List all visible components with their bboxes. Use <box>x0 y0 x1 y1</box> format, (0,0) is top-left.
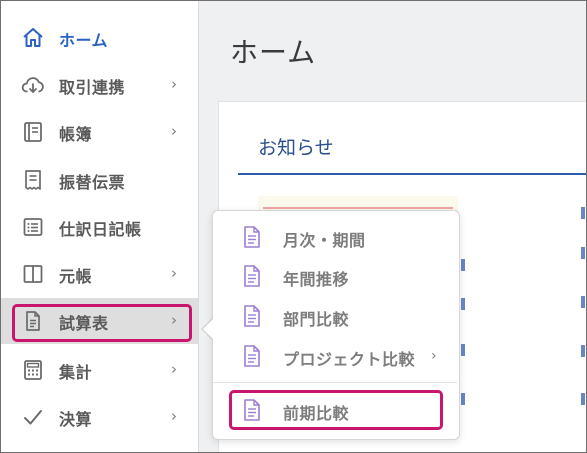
chevron-right-icon: › <box>171 311 177 329</box>
sidebar: ホーム 取引連携 › 帳簿 › 振替伝票 仕訳日記帳 元帳 › 試算表 › 集計… <box>1 1 199 452</box>
receipt-icon <box>25 170 41 190</box>
ledger-icon <box>23 265 43 283</box>
notice-title: お知らせ <box>258 137 334 159</box>
sidebar-item-journal[interactable]: 仕訳日記帳 <box>1 204 198 250</box>
sidebar-item-trial-balance[interactable]: 試算表 › <box>1 298 198 344</box>
sidebar-item-label: 集計 <box>59 363 93 382</box>
submenu-item-label: 部門比較 <box>283 310 350 329</box>
sidebar-item-transaction-sync[interactable]: 取引連携 › <box>1 62 198 108</box>
notice-item-marker <box>581 207 585 219</box>
submenu-item-annual-trend[interactable]: 年間推移 <box>213 257 457 295</box>
chevron-right-icon: › <box>171 122 177 140</box>
chevron-right-icon: › <box>431 348 437 364</box>
check-icon <box>24 410 42 425</box>
sidebar-item-label: ホーム <box>59 31 109 50</box>
sidebar-item-summary[interactable]: 集計 › <box>1 347 198 393</box>
notice-item-marker <box>461 344 465 356</box>
sidebar-item-label: 取引連携 <box>59 78 126 97</box>
notice-item-marker <box>461 259 465 271</box>
submenu-item-department-comparison[interactable]: 部門比較 <box>213 297 457 335</box>
notice-item-marker <box>581 296 585 308</box>
home-icon <box>23 28 43 47</box>
sidebar-item-home[interactable]: ホーム <box>1 15 198 61</box>
submenu-item-label: 年間推移 <box>283 270 350 289</box>
notice-item-marker <box>581 247 585 259</box>
notice-item-marker <box>581 393 585 405</box>
sidebar-item-label: 元帳 <box>59 267 93 286</box>
document-icon <box>244 399 260 421</box>
sidebar-item-label: 試算表 <box>59 314 109 333</box>
sidebar-item-label: 振替伝票 <box>59 173 126 192</box>
sidebar-item-closing[interactable]: 決算 › <box>1 394 198 440</box>
sidebar-item-label: 仕訳日記帳 <box>59 220 142 239</box>
notice-item-marker <box>581 345 585 357</box>
notice-divider <box>238 173 586 175</box>
document-icon <box>244 305 260 327</box>
submenu-item-previous-period-comparison[interactable]: 前期比較 <box>213 391 457 429</box>
book-icon <box>24 122 42 142</box>
chevron-right-icon: › <box>171 75 177 93</box>
chevron-right-icon: › <box>171 407 177 425</box>
notice-item-marker <box>461 393 465 405</box>
document-icon <box>26 311 40 331</box>
sidebar-item-transfer-slip[interactable]: 振替伝票 <box>1 157 198 203</box>
chevron-right-icon: › <box>171 264 177 282</box>
chevron-right-icon: › <box>171 360 177 378</box>
document-icon <box>244 345 260 367</box>
app-window: ホーム 取引連携 › 帳簿 › 振替伝票 仕訳日記帳 元帳 › 試算表 › 集計… <box>0 0 587 453</box>
sidebar-item-label: 帳簿 <box>59 125 93 144</box>
cloud-download-icon <box>21 77 44 93</box>
document-icon <box>244 265 260 287</box>
submenu-item-label: 前期比較 <box>283 404 350 423</box>
calculator-icon <box>24 360 42 380</box>
page-title: ホーム <box>230 36 317 69</box>
document-icon <box>244 226 260 248</box>
sidebar-item-ledger[interactable]: 元帳 › <box>1 251 198 297</box>
notice-item-marker <box>461 298 465 310</box>
submenu-item-project-comparison[interactable]: プロジェクト比較 › <box>213 337 457 375</box>
list-icon <box>23 218 43 236</box>
sidebar-item-label: 決算 <box>59 410 93 429</box>
submenu-divider <box>213 382 457 383</box>
submenu-item-monthly-period[interactable]: 月次・期間 <box>213 218 457 256</box>
submenu-item-label: 月次・期間 <box>283 231 366 250</box>
submenu-item-label: プロジェクト比較 <box>283 350 416 369</box>
notice-item-line <box>263 207 453 209</box>
sidebar-item-books[interactable]: 帳簿 › <box>1 109 198 155</box>
